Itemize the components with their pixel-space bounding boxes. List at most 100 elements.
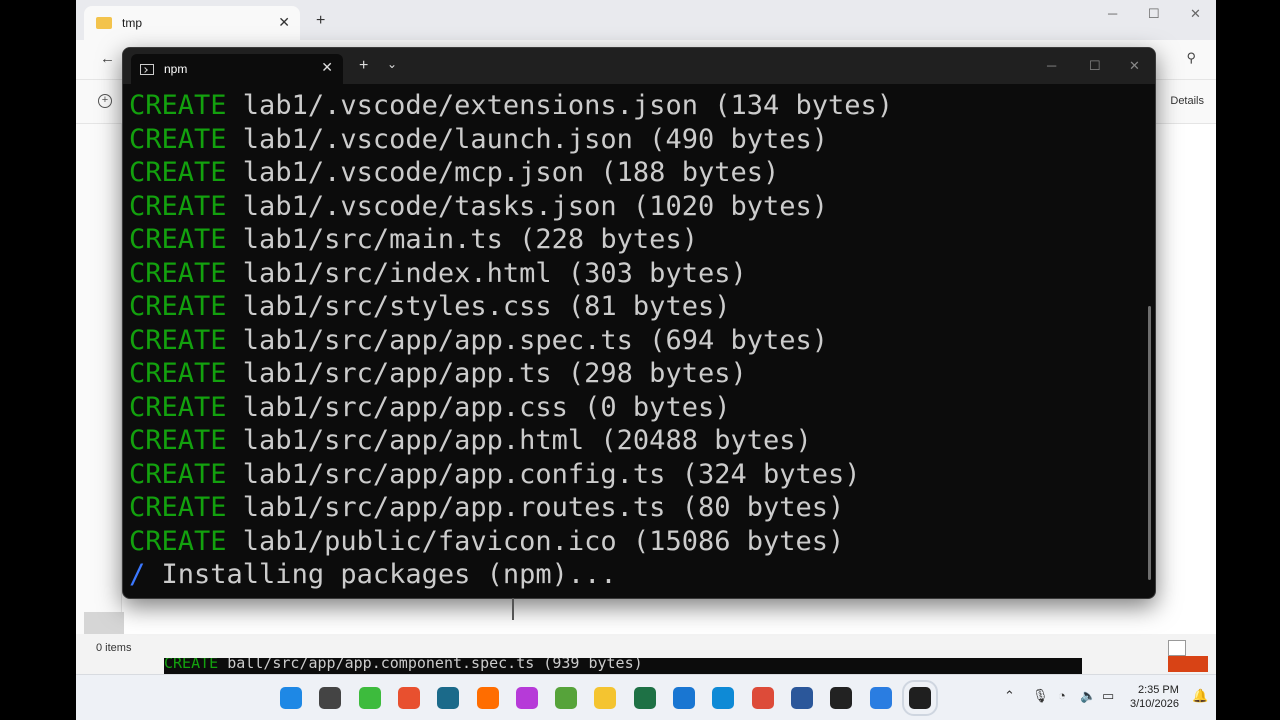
bg-terminal-line: ball/src/app/app.component.spec.ts (939 …	[227, 658, 643, 672]
create-keyword: CREATE	[129, 324, 227, 356]
create-keyword: CREATE	[129, 391, 227, 423]
details-view-icon[interactable]	[1168, 640, 1186, 656]
create-keyword: CREATE	[129, 458, 227, 490]
installing-text: Installing packages (npm)...	[145, 559, 617, 590]
terminal-tab-bar: npm ✕ + ⌄ ─ ☐ ✕	[123, 48, 1155, 84]
new-item-icon[interactable]: +	[98, 94, 112, 108]
created-file-path: lab1/src/app/app.html (20488 bytes)	[226, 425, 812, 456]
terminal-line: CREATE lab1/src/app/app.html (20488 byte…	[129, 424, 1149, 458]
arrow-left-icon[interactable]: ←	[100, 50, 115, 67]
notification-bell-icon[interactable]: 🔔	[1192, 688, 1208, 704]
wifi-icon[interactable]: ◔	[1058, 688, 1066, 703]
mouse-cursor	[512, 598, 514, 620]
folder-icon	[96, 17, 112, 29]
chrome-icon[interactable]	[751, 687, 774, 709]
create-keyword: CREATE	[129, 358, 227, 389]
item-count: 0 items	[96, 642, 132, 654]
terminal-scrollbar[interactable]	[1148, 306, 1151, 580]
file-explorer-icon[interactable]	[594, 687, 617, 709]
explorer-nav-pane	[76, 124, 124, 634]
excel-icon[interactable]	[633, 687, 656, 709]
terminal-output: CREATE lab1/.vscode/extensions.json (134…	[129, 89, 1149, 592]
create-keyword: CREATE	[129, 425, 227, 456]
copilot-icon[interactable]	[515, 687, 538, 709]
details-button[interactable]: Details	[1170, 95, 1204, 107]
spinner-app-icon[interactable]	[358, 687, 381, 709]
terminal-line: CREATE lab1/src/app/app.spec.ts (694 byt…	[129, 324, 1149, 358]
create-keyword: CREATE	[129, 90, 227, 121]
maximize-icon[interactable]: ☐	[1148, 6, 1160, 22]
zalo-icon[interactable]	[869, 687, 892, 709]
terminal-line: CREATE lab1/public/favicon.ico (15086 by…	[129, 525, 1149, 559]
terminal-line: CREATE lab1/src/styles.css (81 bytes)	[129, 290, 1149, 324]
volume-icon[interactable]: 🔈	[1080, 688, 1096, 704]
explorer-tab[interactable]: tmp ✕	[84, 6, 300, 40]
terminal-line: CREATE lab1/src/main.ts (228 bytes)	[129, 223, 1149, 257]
close-tab-icon[interactable]: ✕	[278, 14, 290, 31]
minimize-icon[interactable]: ─	[1047, 58, 1056, 73]
terminal-line: CREATE lab1/.vscode/launch.json (490 byt…	[129, 123, 1149, 157]
create-keyword: CREATE	[129, 224, 227, 255]
clock[interactable]: 2:35 PM 3/10/2026	[1130, 683, 1179, 711]
tiles-view-icon[interactable]	[1192, 640, 1210, 656]
create-keyword: CREATE	[129, 157, 227, 188]
create-keyword: CREATE	[129, 291, 227, 322]
edge-icon[interactable]	[712, 687, 735, 709]
close-tab-icon[interactable]: ✕	[321, 59, 333, 76]
close-window-icon[interactable]: ✕	[1190, 6, 1201, 22]
terminal-line: CREATE lab1/.vscode/mcp.json (188 bytes)	[129, 156, 1149, 190]
terminal-line: CREATE lab1/src/app/app.config.ts (324 b…	[129, 458, 1149, 492]
close-window-icon[interactable]: ✕	[1129, 58, 1140, 74]
battery-icon[interactable]: ▭	[1102, 688, 1114, 704]
terminal-preview-icon[interactable]	[437, 687, 460, 709]
created-file-path: lab1/.vscode/extensions.json (134 bytes)	[226, 90, 894, 121]
minimize-icon[interactable]: ─	[1108, 6, 1117, 21]
explorer-tab-bar: tmp ✕ + ─ ☐ ✕	[76, 0, 1216, 40]
microphone-icon[interactable]: 🎙	[1032, 688, 1049, 704]
chevron-up-icon[interactable]: ⌃	[1004, 688, 1015, 704]
terminal-line: CREATE lab1/src/app/app.css (0 bytes)	[129, 391, 1149, 425]
obs-icon[interactable]	[830, 687, 853, 709]
created-file-path: lab1/public/favicon.ico (15086 bytes)	[226, 525, 845, 557]
terminal-line: CREATE lab1/.vscode/tasks.json (1020 byt…	[129, 190, 1149, 224]
vscode-icon[interactable]	[673, 687, 695, 709]
nav-pane-scrollbar[interactable]	[84, 612, 124, 634]
created-file-path: lab1/src/app/app.ts (298 bytes)	[226, 358, 747, 389]
terminal-tab-title: npm	[164, 62, 188, 76]
created-file-path: lab1/.vscode/tasks.json (1020 bytes)	[226, 190, 828, 222]
explorer-status-bar: 0 items	[76, 636, 1216, 660]
search-icon[interactable]: ⚲	[1186, 50, 1196, 66]
maximize-icon[interactable]: ☐	[1089, 58, 1101, 74]
chevron-down-icon[interactable]: ⌄	[387, 57, 397, 71]
created-file-path: lab1/src/app/app.config.ts (324 bytes)	[226, 458, 861, 490]
windows-start-icon[interactable]	[280, 687, 302, 709]
task-view-icon[interactable]	[319, 687, 342, 709]
terminal-line: CREATE lab1/src/index.html (303 bytes)	[129, 257, 1149, 291]
notepad-icon[interactable]	[555, 687, 578, 709]
created-file-path: lab1/src/app/app.css (0 bytes)	[226, 391, 731, 423]
chrome-canary-icon[interactable]	[397, 687, 420, 709]
created-file-path: lab1/src/main.ts (228 bytes)	[226, 224, 698, 255]
created-file-path: lab1/src/app/app.spec.ts (694 bytes)	[226, 324, 828, 356]
new-tab-icon[interactable]: +	[359, 57, 368, 75]
spinner: /	[129, 559, 146, 590]
windows-terminal-icon[interactable]	[901, 680, 938, 716]
background-window-button	[1168, 656, 1208, 672]
firefox-icon[interactable]	[476, 687, 499, 709]
terminal-tab[interactable]: npm ✕	[131, 54, 343, 84]
create-keyword: CREATE	[129, 257, 227, 289]
explorer-tab-title: tmp	[122, 16, 143, 30]
terminal-window[interactable]: npm ✕ + ⌄ ─ ☐ ✕ CREATE lab1/.vscode/exte…	[122, 47, 1156, 599]
taskbar: ⌃ 🎙 ◔ 🔈 ▭ 2:35 PM 3/10/2026 🔔	[76, 674, 1216, 720]
created-file-path: lab1/src/styles.css (81 bytes)	[226, 291, 731, 322]
create-keyword: CREATE	[129, 190, 227, 222]
created-file-path: lab1/.vscode/launch.json (490 bytes)	[226, 123, 828, 155]
created-file-path: lab1/src/app/app.routes.ts (80 bytes)	[226, 492, 845, 523]
clock-time: 2:35 PM	[1137, 684, 1179, 696]
word-icon[interactable]	[790, 687, 813, 709]
desktop: tmp ✕ + ─ ☐ ✕ ← ⚲ + Details 0 items CREA…	[76, 0, 1216, 720]
terminal-line: CREATE lab1/src/app/app.routes.ts (80 by…	[129, 491, 1149, 525]
created-file-path: lab1/src/index.html (303 bytes)	[226, 257, 747, 289]
new-tab-icon[interactable]: +	[316, 12, 325, 30]
background-terminal: CREATE ball/src/app/app.component.spec.t…	[164, 658, 1082, 674]
